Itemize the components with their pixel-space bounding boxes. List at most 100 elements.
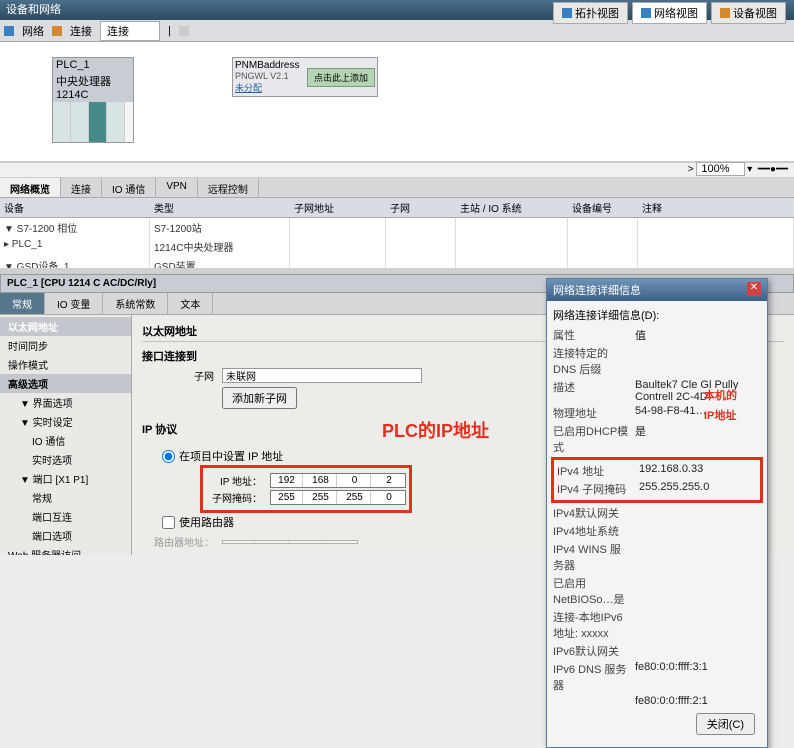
zoom-value[interactable]: 100% <box>696 162 744 176</box>
tab-iocomm[interactable]: IO 通信 <box>102 178 156 197</box>
kv-value: 192.168.0.33 <box>639 463 757 479</box>
pnm-title: PNMBaddress <box>235 60 299 71</box>
tree-item[interactable]: ▼ 实时设定 <box>0 412 131 431</box>
tab-connections[interactable]: 连接 <box>61 178 102 197</box>
toolbar-conn[interactable]: 连接 <box>66 21 96 41</box>
subnet-mask-input[interactable]: 2552552550 <box>270 490 406 505</box>
th-subnet[interactable]: 子网 <box>386 198 456 217</box>
device-pnm[interactable]: PNMBaddress PNGWL V2.1 未分配 点击此上添加 <box>232 57 378 97</box>
kv-key: IPv4地址系统 <box>553 523 629 539</box>
label-ip: IP 地址： <box>206 473 270 488</box>
ptab-iovars[interactable]: IO 变量 <box>45 293 103 314</box>
kv-key: 描述 <box>553 379 629 403</box>
toolbar-link[interactable]: 连接 <box>100 21 160 41</box>
label-subnet: 子网 <box>142 368 222 383</box>
device-type: 中央处理器1214C <box>56 76 111 101</box>
kv-key: 属性 <box>553 327 629 343</box>
annotation-plc-ip: PLC的IP地址 <box>382 417 489 443</box>
ip-address-input[interactable]: 19216802 <box>270 473 406 488</box>
pnm-sub: PNGWL V2.1 <box>235 71 299 81</box>
network-details-dialog: 网络连接详细信息 ✕ 网络连接详细信息(D): 属性值连接特定的 DNS 后缀描… <box>546 278 768 748</box>
th-subnetaddr[interactable]: 子网地址 <box>290 198 386 217</box>
tab-network[interactable]: 网络视图 <box>632 2 707 24</box>
router-address-input <box>222 540 358 544</box>
tree-item[interactable]: ▼ 界面选项 <box>0 393 131 412</box>
kv-key: 已启用DHCP模式 <box>553 423 629 455</box>
toolbar-sep: | <box>164 23 175 39</box>
tree-item[interactable]: 高级选项 <box>0 374 131 393</box>
close-button[interactable]: 关闭(C) <box>696 713 755 735</box>
tree-item[interactable]: 时间同步 <box>0 336 131 355</box>
tab-label: 网络视图 <box>654 5 698 21</box>
tree-item[interactable]: 操作模式 <box>0 355 131 374</box>
tree-item[interactable]: 端口选项 <box>0 526 131 545</box>
tree-item[interactable]: 实时选项 <box>0 450 131 469</box>
kv-value: 值 <box>635 327 761 343</box>
kv-key: IPv4 WINS 服务器 <box>553 541 629 573</box>
kv-value <box>635 345 761 377</box>
subnet-select[interactable] <box>222 368 422 383</box>
network-canvas[interactable]: PLC_1 中央处理器1214C PNMBaddress PNGWL V2.1 … <box>0 42 794 162</box>
tab-label: 设备视图 <box>733 5 777 21</box>
host-ip-highlight: IPv4 地址192.168.0.33IPv4 子网掩码255.255.255.… <box>553 459 761 501</box>
ptab-general[interactable]: 常规 <box>0 293 45 314</box>
kv-value <box>635 505 761 521</box>
tab-remote[interactable]: 远程控制 <box>198 178 259 197</box>
kv-value <box>635 609 761 641</box>
ptab-sysconst[interactable]: 系统常数 <box>103 293 168 314</box>
close-icon[interactable]: ✕ <box>747 282 761 296</box>
label-mask: 子网掩码： <box>206 490 270 505</box>
kv-key: 已启用NetBIOSo…是 <box>553 575 629 607</box>
kv-value <box>635 523 761 539</box>
th-comment[interactable]: 注释 <box>638 198 794 217</box>
th-devno[interactable]: 设备编号 <box>568 198 638 217</box>
tab-netoverview[interactable]: 网络概览 <box>0 178 61 197</box>
toolbar-net[interactable]: 网络 <box>18 21 48 41</box>
pnm-add-button[interactable]: 点击此上添加 <box>307 68 375 87</box>
table-row[interactable]: ▼ S7-1200 相位S7-1200站 <box>0 218 794 237</box>
net-icon <box>4 26 14 36</box>
device-plc[interactable]: PLC_1 中央处理器1214C <box>52 57 134 143</box>
tree-item[interactable]: ▼ 端口 [X1 P1] <box>0 469 131 488</box>
kv-value: 255.255.255.0 <box>639 481 757 497</box>
tree-item[interactable]: Web 服务器访问 <box>0 545 131 555</box>
tab-vpn[interactable]: VPN <box>156 178 198 197</box>
chk-router[interactable] <box>162 516 175 529</box>
kv-key: IPv6默认网关 <box>553 643 629 659</box>
pnm-assign-link[interactable]: 未分配 <box>235 83 262 93</box>
kv-value: fe80:0:0:ffff:2:1 <box>635 695 761 707</box>
ip-highlight-box: IP 地址： 19216802 子网掩码： 2552552550 <box>202 467 410 511</box>
tree-item[interactable]: IO 通信 <box>0 431 131 450</box>
device-name: PLC_1 <box>56 59 90 71</box>
kv-value <box>635 575 761 607</box>
ptab-text[interactable]: 文本 <box>168 293 213 314</box>
tab-device[interactable]: 设备视图 <box>711 2 786 24</box>
add-subnet-button[interactable]: 添加新子网 <box>222 387 297 409</box>
device-table: 设备 类型 子网地址 子网 主站 / IO 系统 设备编号 注释 ▼ S7-12… <box>0 198 794 268</box>
zoom-icon[interactable] <box>179 26 189 36</box>
tree-item[interactable]: 常规 <box>0 488 131 507</box>
kv-value: 54-98-F8-41… <box>635 405 761 421</box>
topology-icon <box>562 8 572 18</box>
kv-key: IPv4默认网关 <box>553 505 629 521</box>
annotation-host-ip: 本机的IP地址 <box>704 384 737 424</box>
kv-value <box>635 541 761 573</box>
kv-value: 是 <box>635 423 761 455</box>
th-type[interactable]: 类型 <box>150 198 290 217</box>
kv-key: IPv6 DNS 服务器 <box>553 661 629 693</box>
kv-value <box>635 643 761 659</box>
radio-set-ip[interactable] <box>162 450 175 463</box>
th-master[interactable]: 主站 / IO 系统 <box>456 198 568 217</box>
table-row[interactable]: ▸ PLC_11214C中央处理器 <box>0 237 794 256</box>
popup-subtitle: 网络连接详细信息(D): <box>553 307 761 323</box>
th-device[interactable]: 设备 <box>0 198 150 217</box>
table-row[interactable]: ▼ GSD设备_1GSD装置 <box>0 256 794 268</box>
table-header: 设备 类型 子网地址 子网 主站 / IO 系统 设备编号 注释 <box>0 198 794 218</box>
kv-key: 连接特定的 DNS 后缀 <box>553 345 629 377</box>
tree-item[interactable]: 端口互连 <box>0 507 131 526</box>
tree-item[interactable]: 以太网地址 <box>0 317 131 336</box>
kv-value: Baultek7 Cle Gl Pully Contrell 2C-4D- <box>635 379 761 403</box>
property-tree[interactable]: 以太网地址时间同步操作模式高级选项▼ 界面选项▼ 实时设定IO 通信实时选项▼ … <box>0 315 132 555</box>
tab-topology[interactable]: 拓扑视图 <box>553 2 628 24</box>
kv-key <box>553 695 629 707</box>
